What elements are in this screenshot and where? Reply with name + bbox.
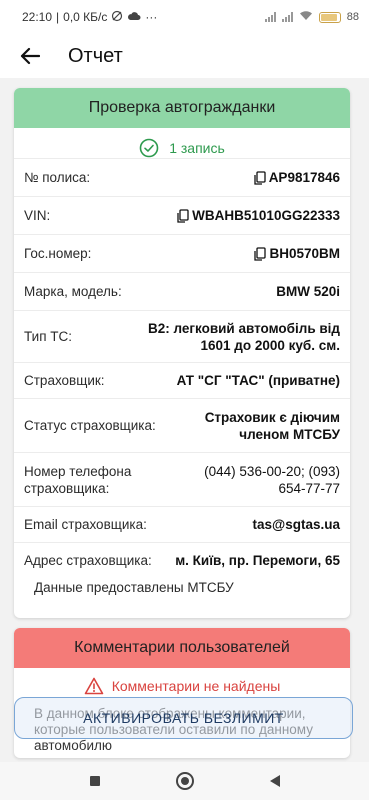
policy-number-value: AP9817846 <box>268 170 340 185</box>
plate-value: BH0570BM <box>269 246 340 261</box>
arrow-left-icon <box>20 47 40 65</box>
make-model-label: Марка, модель: <box>24 284 122 299</box>
make-model-row: Марка, модель: BMW 520i <box>14 272 350 310</box>
signal-icon <box>264 12 276 22</box>
insurance-card-header: Проверка автогражданки <box>14 88 350 128</box>
comments-card-header: Комментарии пользователей <box>14 628 350 668</box>
insurer-status-label: Статус страховщика: <box>24 418 156 433</box>
comments-empty-text: Комментарии не найдены <box>111 678 281 694</box>
status-time: 22:10 <box>22 10 53 24</box>
square-icon <box>89 776 100 786</box>
insurer-phone-value[interactable]: (044) 536-00-20; (093) 654-77-77 <box>190 463 340 497</box>
triangle-back-icon <box>269 775 280 787</box>
home-button[interactable] <box>174 770 196 792</box>
vehicle-type-value: B2: легковий автомобіль від 1601 до 2000… <box>147 320 340 353</box>
vehicle-type-label: Тип ТС: <box>24 329 73 344</box>
page-title: Отчет <box>68 44 123 67</box>
vin-label: VIN: <box>24 208 51 223</box>
cloud-icon <box>127 10 141 24</box>
vehicle-type-row: Тип ТС: B2: легковий автомобіль від 1601… <box>14 310 350 362</box>
make-model-value: BMW 520i <box>276 284 340 299</box>
wifi-icon <box>299 10 313 24</box>
signal-icon-2 <box>281 12 293 22</box>
insurer-row: Страховщик: АТ "СГ "ТАС" (приватне) <box>14 362 350 398</box>
vin-value: WBAHB51010GG22333 <box>192 208 340 223</box>
battery-icon <box>318 11 341 23</box>
copy-icon[interactable] <box>253 170 267 185</box>
insurer-email-row: Email страховщика: tas@sgtas.ua <box>14 506 350 542</box>
data-saver-icon <box>111 10 123 25</box>
policy-number-row: № полиса: AP9817846 <box>14 158 350 196</box>
policy-number-label: № полиса: <box>24 170 91 185</box>
battery-level: 88 <box>346 11 359 23</box>
insurer-phone-row: Номер телефона страховщика: (044) 536-00… <box>14 452 350 506</box>
insurer-email-value[interactable]: tas@sgtas.ua <box>253 516 340 533</box>
insurer-value: АТ "СГ "ТАС" (приватне) <box>176 373 340 388</box>
app-bar: Отчет <box>0 34 369 78</box>
insurer-phone-label: Номер телефона страховщика: <box>24 463 132 496</box>
copy-icon[interactable] <box>176 208 190 223</box>
insurer-email-label: Email страховщика: <box>24 517 147 532</box>
insurer-address-label: Адрес страховщика: <box>24 553 152 568</box>
recents-button[interactable] <box>84 770 106 792</box>
insurer-status-row: Статус страховщика: Страховик є діючим ч… <box>14 398 350 452</box>
vin-row: VIN: WBAHB51010GG22333 <box>14 196 350 234</box>
activate-unlimited-button[interactable]: АКТИВИРОВАТЬ БЕЗЛИМИТ <box>14 697 353 739</box>
copy-icon[interactable] <box>253 246 267 261</box>
insurer-address-row: Адрес страховщика: м. Київ, пр. Перемоги… <box>14 542 350 578</box>
plate-row: Гос.номер: BH0570BM <box>14 234 350 272</box>
back-button[interactable] <box>16 42 44 70</box>
source-note: Данные предоставлены МТСБУ <box>34 580 234 595</box>
insurer-status-value: Страховик є діючим членом МТСБУ <box>204 409 340 442</box>
circle-icon <box>175 772 194 790</box>
record-count-text: 1 запись <box>169 140 225 156</box>
insurer-label: Страховщик: <box>24 373 105 388</box>
system-nav-bar <box>0 762 369 800</box>
plate-label: Гос.номер: <box>24 246 92 261</box>
network-speed: 0,0 КБ/с <box>63 10 108 24</box>
insurer-address-value: м. Київ, пр. Перемоги, 65 <box>175 553 340 568</box>
status-bar: 22:10 | 0,0 КБ/с ··· 88 <box>0 0 369 34</box>
warning-icon <box>84 677 104 695</box>
insurance-card: Проверка автогражданки 1 запись № полиса… <box>14 88 350 618</box>
more-icon: ··· <box>145 10 158 24</box>
check-circle-icon <box>139 138 159 158</box>
back-nav-button[interactable] <box>264 770 286 792</box>
